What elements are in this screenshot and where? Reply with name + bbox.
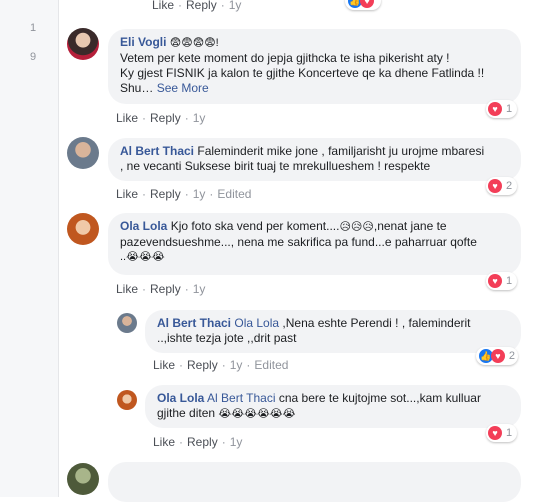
see-more-link[interactable]: See More (157, 81, 209, 95)
comment-text-line: gjithe diten (157, 406, 216, 420)
author-name[interactable]: Eli Vogli (120, 35, 166, 49)
avatar[interactable] (117, 313, 137, 333)
timestamp[interactable]: 1y (193, 187, 206, 201)
heart-reaction-icon: ♥ (488, 274, 502, 288)
comment-text-line: Vetem per kete moment do jepja gjithcka … (120, 51, 450, 65)
reply-link[interactable]: Reply (150, 111, 181, 125)
comment-actions: Like · Reply · 1y · Edited (116, 187, 252, 201)
reply-bubble: Al Bert Thaci Ola Lola ,Nena eshte Peren… (145, 310, 521, 353)
reaction-count: 1 (506, 427, 513, 439)
comment-actions: Like · Reply · 1y (152, 0, 242, 12)
timestamp[interactable]: 1y (230, 358, 243, 372)
reaction-summary[interactable]: 👍 ♥ 2 (476, 347, 518, 365)
comment-text-line: cna bere te kujtojme sot...,kam kulluar (278, 391, 481, 405)
like-link[interactable]: Like (153, 435, 175, 449)
timestamp[interactable]: 1y (193, 111, 206, 125)
timestamp[interactable]: 1y (230, 435, 243, 449)
reply-bubble: Ola Lola Al Bert Thaci cna bere te kujto… (145, 385, 521, 428)
reply-link[interactable]: Reply (150, 282, 181, 296)
comment-bubble: Eli Vogli 😨😨😨😨! Vetem per kete moment do… (108, 29, 521, 104)
comment-text-line: ,nenat jane te (373, 219, 447, 233)
reply-link[interactable]: Reply (187, 358, 218, 372)
reaction-summary[interactable]: ♥ 1 (486, 100, 517, 118)
mention-link[interactable]: Al Bert Thaci (207, 391, 275, 405)
reaction-count: 2 (508, 350, 515, 362)
author-name[interactable]: Al Bert Thaci (120, 144, 194, 158)
reaction-summary[interactable]: ♥ 1 (486, 272, 517, 290)
comment-text-line: Faleminderit mike jone , familjarisht ju… (197, 144, 485, 158)
comment-actions: Like · Reply · 1y (116, 282, 206, 296)
mention-link[interactable]: Ola Lola (234, 316, 279, 330)
timestamp[interactable]: 1y (229, 0, 242, 12)
reaction-count: 1 (506, 103, 513, 115)
comment-text-line: ..,ishte tezja jote ,,drit past (157, 331, 297, 345)
reaction-count: 2 (506, 180, 513, 192)
like-link[interactable]: Like (153, 358, 175, 372)
comment-emojis: 😭😭😭😭😭😭 (218, 408, 296, 420)
reply-link[interactable]: Reply (150, 187, 181, 201)
gutter-number: 1 (30, 22, 37, 34)
comment-bubble (108, 462, 521, 502)
comment-text-line: Ky gjest FISNIK ja kalon te gjithe Konce… (120, 66, 485, 80)
avatar[interactable] (67, 28, 99, 60)
like-link[interactable]: Like (152, 0, 174, 12)
like-link[interactable]: Like (116, 111, 138, 125)
comment-text-line: Shu… (120, 81, 154, 95)
comment-actions: Like · Reply · 1y (116, 111, 206, 125)
reply-link[interactable]: Reply (187, 435, 218, 449)
author-name[interactable]: Al Bert Thaci (157, 316, 231, 330)
comment-bubble: Ola Lola Kjo foto ska vend per koment...… (108, 213, 521, 275)
reaction-summary[interactable]: ♥ 2 (486, 177, 517, 195)
timestamp[interactable]: 1y (193, 282, 206, 296)
comment-bubble: Al Bert Thaci Faleminderit mike jone , f… (108, 138, 521, 181)
like-link[interactable]: Like (116, 282, 138, 296)
edited-label[interactable]: Edited (217, 187, 251, 201)
comment-emojis: 😥😥😥 (339, 221, 374, 233)
heart-reaction-icon: ♥ (490, 349, 505, 363)
avatar[interactable] (117, 390, 137, 410)
heart-reaction-icon: ♥ (488, 179, 502, 193)
avatar[interactable] (67, 137, 99, 169)
like-link[interactable]: Like (116, 187, 138, 201)
comment-emojis: 😨😨😨😨! (169, 37, 219, 49)
reply-link[interactable]: Reply (186, 0, 217, 12)
author-name[interactable]: Ola Lola (157, 391, 204, 405)
avatar[interactable] (67, 463, 99, 495)
comment-emojis: ..😭😭😭 (120, 251, 165, 263)
left-gutter: 1 9 (0, 0, 59, 497)
comment-text-line: ,Nena eshte Perendi ! , faleminderit (282, 316, 471, 330)
reaction-summary[interactable]: 👍 ♥ (345, 0, 381, 10)
heart-reaction-icon: ♥ (488, 102, 502, 116)
comment-text-line: pazevendsueshme..., nena me sakrifica pa… (120, 235, 477, 249)
avatar[interactable] (67, 213, 99, 245)
reaction-summary[interactable]: ♥ 1 (486, 424, 517, 442)
comment-text-line: Kjo foto ska vend per koment.... (170, 219, 340, 233)
reaction-count: 1 (506, 275, 513, 287)
comment-actions: Like · Reply · 1y · Edited (153, 358, 289, 372)
comment-text-line: , ne vecanti Suksese birit tuaj te mreku… (120, 159, 431, 173)
edited-label[interactable]: Edited (254, 358, 288, 372)
gutter-number: 9 (30, 51, 37, 63)
heart-reaction-icon: ♥ (360, 0, 374, 8)
comment-actions: Like · Reply · 1y (153, 435, 243, 449)
heart-reaction-icon: ♥ (488, 426, 502, 440)
author-name[interactable]: Ola Lola (120, 219, 167, 233)
